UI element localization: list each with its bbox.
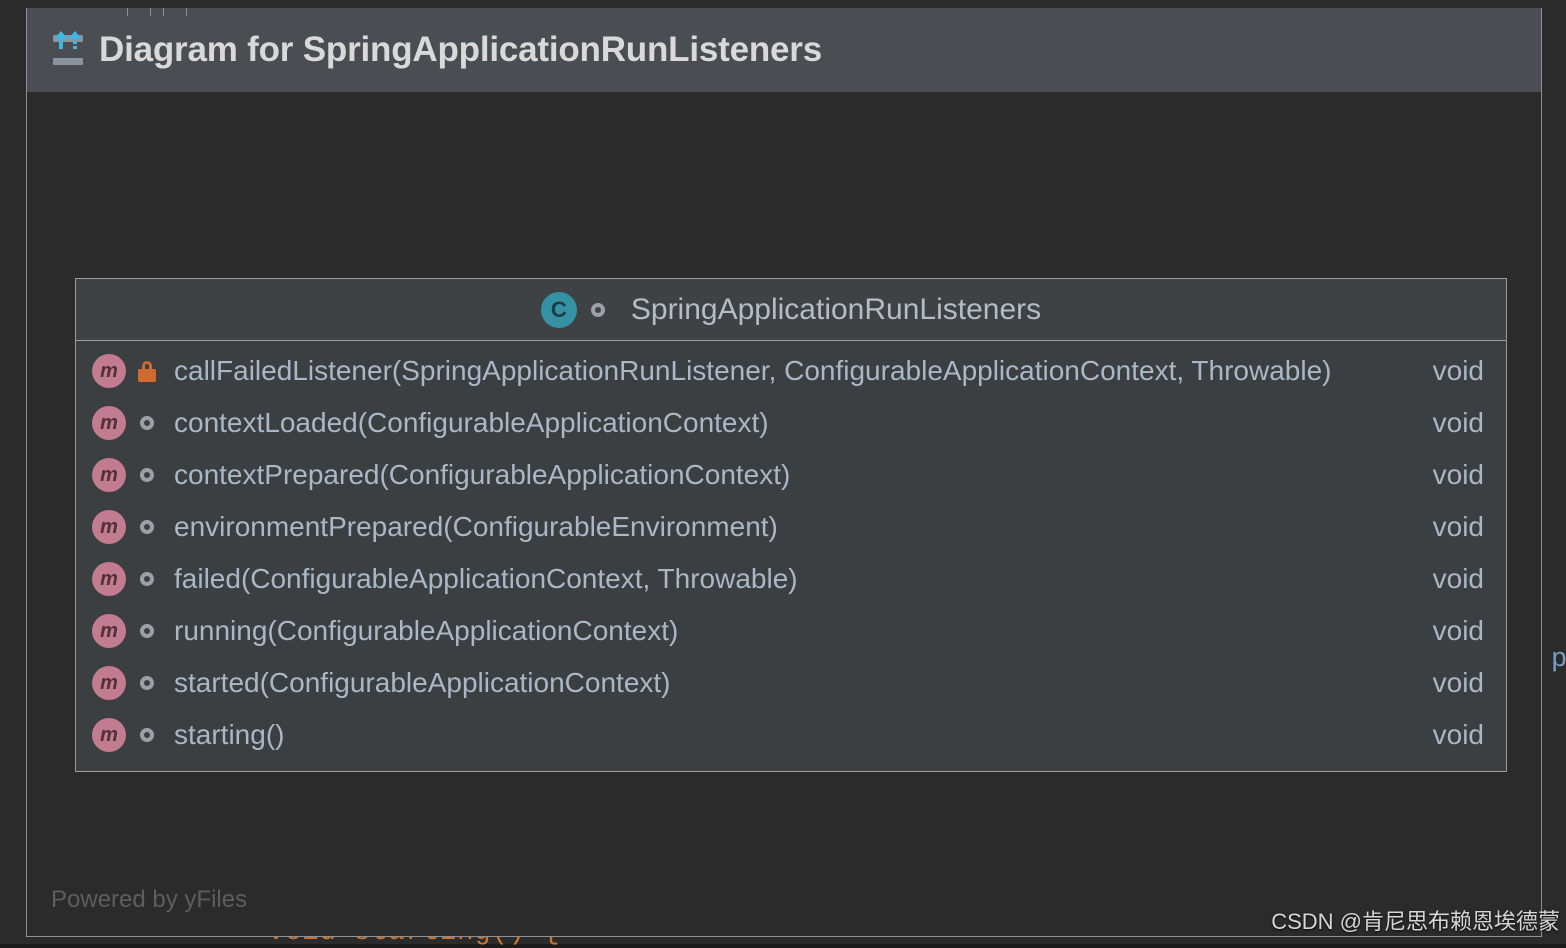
visibility-slot [132,416,162,430]
method-return-type: void [1432,563,1484,594]
method-signature: contextPrepared(ConfigurableApplicationC… [174,459,791,490]
diagram-canvas[interactable]: C SpringApplicationRunListeners m callFa… [27,92,1541,936]
visibility-private-lock-icon [138,360,156,382]
visibility-slot [132,676,162,690]
method-icon: m [92,562,126,596]
method-signature: running(ConfigurableApplicationContext) [174,615,679,646]
visibility-public-icon [140,572,154,586]
uml-class-name: SpringApplicationRunListeners [630,292,1042,326]
method-signature: contextLoaded(ConfigurableApplicationCon… [174,407,769,438]
visibility-slot [132,728,162,742]
method-icon: m [92,666,126,700]
method-icon: m [92,458,126,492]
table-row[interactable]: m starting() void [76,709,1506,761]
visibility-slot [132,360,162,382]
method-return-type: void [1432,355,1484,386]
uml-class-header[interactable]: C SpringApplicationRunListeners [76,279,1506,341]
uml-class-node[interactable]: C SpringApplicationRunListeners m callFa… [75,278,1507,772]
visibility-public-icon [140,468,154,482]
popup-titlebar[interactable]: Diagram for SpringApplicationRunListener… [27,8,1541,92]
visibility-public-icon [590,302,605,317]
method-signature: callFailedListener(SpringApplicationRunL… [174,355,1332,386]
method-icon: m [92,718,126,752]
visibility-public-icon [140,416,154,430]
method-return-type: void [1432,719,1484,750]
table-row[interactable]: m running(ConfigurableApplicationContext… [76,605,1506,657]
method-icon: m [92,406,126,440]
background-code-right-fragment: p [1551,645,1566,675]
yfiles-credit-label: Powered by yFiles [51,886,248,913]
diagram-popup-window[interactable]: Diagram for SpringApplicationRunListener… [26,8,1542,937]
visibility-public-icon [140,676,154,690]
method-return-type: void [1432,459,1484,490]
method-return-type: void [1432,407,1484,438]
uml-member-list: m callFailedListener(SpringApplicationRu… [76,341,1506,771]
method-signature: starting() [174,719,285,750]
uml-diagram-icon [51,31,85,67]
table-row[interactable]: m started(ConfigurableApplicationContext… [76,657,1506,709]
visibility-slot [132,468,162,482]
method-return-type: void [1432,615,1484,646]
table-row[interactable]: m contextPrepared(ConfigurableApplicatio… [76,449,1506,501]
visibility-public-icon [140,520,154,534]
visibility-public-icon [140,728,154,742]
method-return-type: void [1432,511,1484,542]
table-row[interactable]: m environmentPrepared(ConfigurableEnviro… [76,501,1506,553]
visibility-slot [132,520,162,534]
csdn-watermark: CSDN @肯尼思布赖恩埃德蒙 [1271,909,1560,934]
method-icon: m [92,354,126,388]
page-title: Diagram for SpringApplicationRunListener… [99,30,822,69]
method-signature: failed(ConfigurableApplicationContext, T… [174,563,798,594]
table-row[interactable]: m callFailedListener(SpringApplicationRu… [76,345,1506,397]
method-signature: started(ConfigurableApplicationContext) [174,667,671,698]
table-row[interactable]: m failed(ConfigurableApplicationContext,… [76,553,1506,605]
method-icon: m [92,510,126,544]
method-signature: environmentPrepared(ConfigurableEnvironm… [174,511,778,542]
class-icon: C [540,291,577,328]
visibility-slot [132,624,162,638]
diagram-icon-bar-bottom [53,58,83,65]
table-row[interactable]: m contextLoaded(ConfigurableApplicationC… [76,397,1506,449]
method-return-type: void [1432,667,1484,698]
visibility-slot [132,572,162,586]
method-icon: m [92,614,126,648]
visibility-public-icon [140,624,154,638]
